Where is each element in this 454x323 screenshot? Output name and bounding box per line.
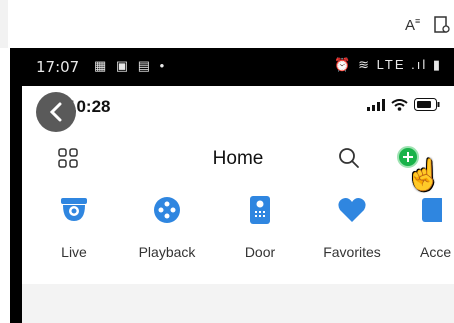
ios-status-icons [367, 98, 440, 111]
pointer-hand-icon: ☝ [405, 159, 443, 192]
device-time: 17:07 [36, 58, 80, 76]
text-size-icon[interactable]: A≡ [405, 16, 420, 34]
notification-icons: ▦ ▣ ▤ • [94, 58, 168, 73]
shortcut-label: Live [61, 244, 87, 260]
app-header: Home ☝ [22, 130, 454, 192]
page-title: Home [212, 148, 264, 169]
playback-icon [154, 197, 180, 223]
shortcut-label: Acce [420, 244, 452, 260]
access-icon [422, 198, 442, 222]
system-icons: ⏰ ≋ LTE .ıl ▮ [334, 57, 442, 72]
back-button[interactable] [36, 92, 76, 132]
shortcut-label: Playback [138, 244, 196, 260]
content-area [22, 284, 454, 323]
android-status-bar: 17:07 ▦ ▣ ▤ • ⏰ ≋ LTE .ıl ▮ [10, 48, 454, 86]
battery-icon [414, 98, 440, 111]
page-icon[interactable] [434, 16, 450, 38]
shortcut-favorites[interactable]: Favorites [307, 194, 397, 260]
wifi-icon [391, 98, 408, 111]
search-icon[interactable] [338, 147, 360, 169]
camera-icon [61, 198, 87, 221]
door-icon [250, 196, 270, 224]
shortcut-label: Door [244, 244, 276, 260]
chevron-left-icon [49, 102, 62, 122]
shortcut-door[interactable]: Door [215, 194, 305, 260]
shortcut-live[interactable]: Live [29, 194, 119, 260]
browser-toolbar: A≡ [0, 0, 454, 48]
browser-edge [0, 0, 8, 48]
ios-status-bar: 10:28 [22, 86, 454, 132]
shortcut-label: Favorites [323, 244, 381, 260]
signal-icon [367, 98, 385, 111]
shortcut-access[interactable]: Acce [400, 194, 454, 260]
app-window: 10:28 Home ☝ Live Playback Door Favorite… [22, 86, 454, 323]
shortcut-row: Live Playback Door Favorites Acce [22, 194, 454, 274]
heart-icon [338, 198, 366, 222]
phone-screen: 17:07 ▦ ▣ ▤ • ⏰ ≋ LTE .ıl ▮ 10:28 Home ☝… [10, 48, 454, 323]
shortcut-playback[interactable]: Playback [122, 194, 212, 260]
